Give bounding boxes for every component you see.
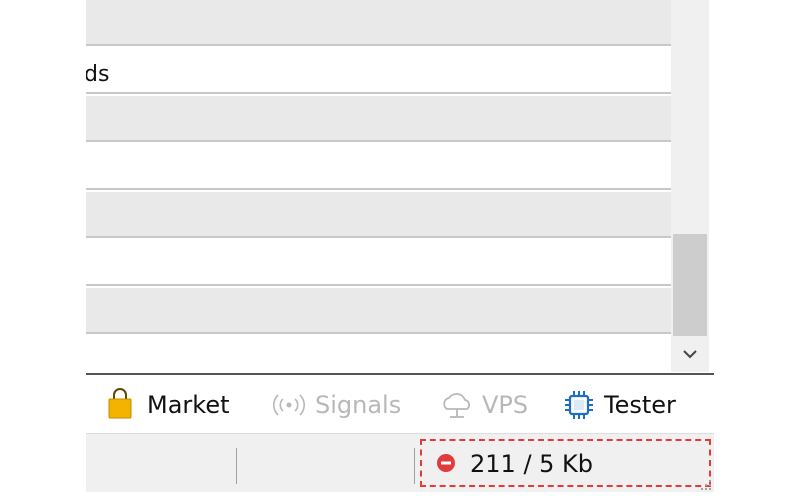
list-row-text: ds: [86, 62, 110, 87]
scroll-down-button[interactable]: [671, 338, 709, 370]
list-row[interactable]: [86, 0, 671, 46]
status-divider: [414, 448, 415, 484]
tab-vps-label: VPS: [482, 391, 529, 419]
cloud-icon: [443, 393, 470, 418]
shopping-bag-icon: [108, 388, 132, 419]
list-row[interactable]: [86, 240, 671, 286]
tab-tester-label: Tester: [604, 391, 676, 419]
no-entry-icon: [437, 454, 455, 472]
list-view[interactable]: ds: [86, 0, 671, 372]
connection-status[interactable]: 211 / 5 Kb: [420, 439, 711, 487]
list-row[interactable]: [86, 288, 671, 334]
list-row[interactable]: [86, 96, 671, 142]
status-bar: 211 / 5 Kb: [86, 433, 714, 492]
list-row[interactable]: [86, 144, 671, 190]
resize-grip-icon[interactable]: [700, 479, 712, 491]
vertical-scrollbar[interactable]: [671, 0, 709, 372]
broadcast-icon: [273, 394, 305, 416]
chevron-down-icon: [683, 350, 697, 359]
chip-icon: [565, 391, 593, 419]
traffic-label: 211 / 5 Kb: [470, 450, 594, 478]
list-row[interactable]: [86, 192, 671, 238]
terminal-panel: ds Market Signals VPS Tester 211 / 5 Kb: [86, 0, 714, 492]
list-row[interactable]: ds: [86, 48, 671, 94]
toolbox-tab-bar: Market Signals VPS Tester: [86, 373, 714, 433]
tab-signals-label: Signals: [315, 391, 402, 419]
tab-market-label: Market: [147, 391, 230, 419]
scrollbar-thumb[interactable]: [673, 234, 707, 336]
status-divider: [236, 448, 237, 484]
